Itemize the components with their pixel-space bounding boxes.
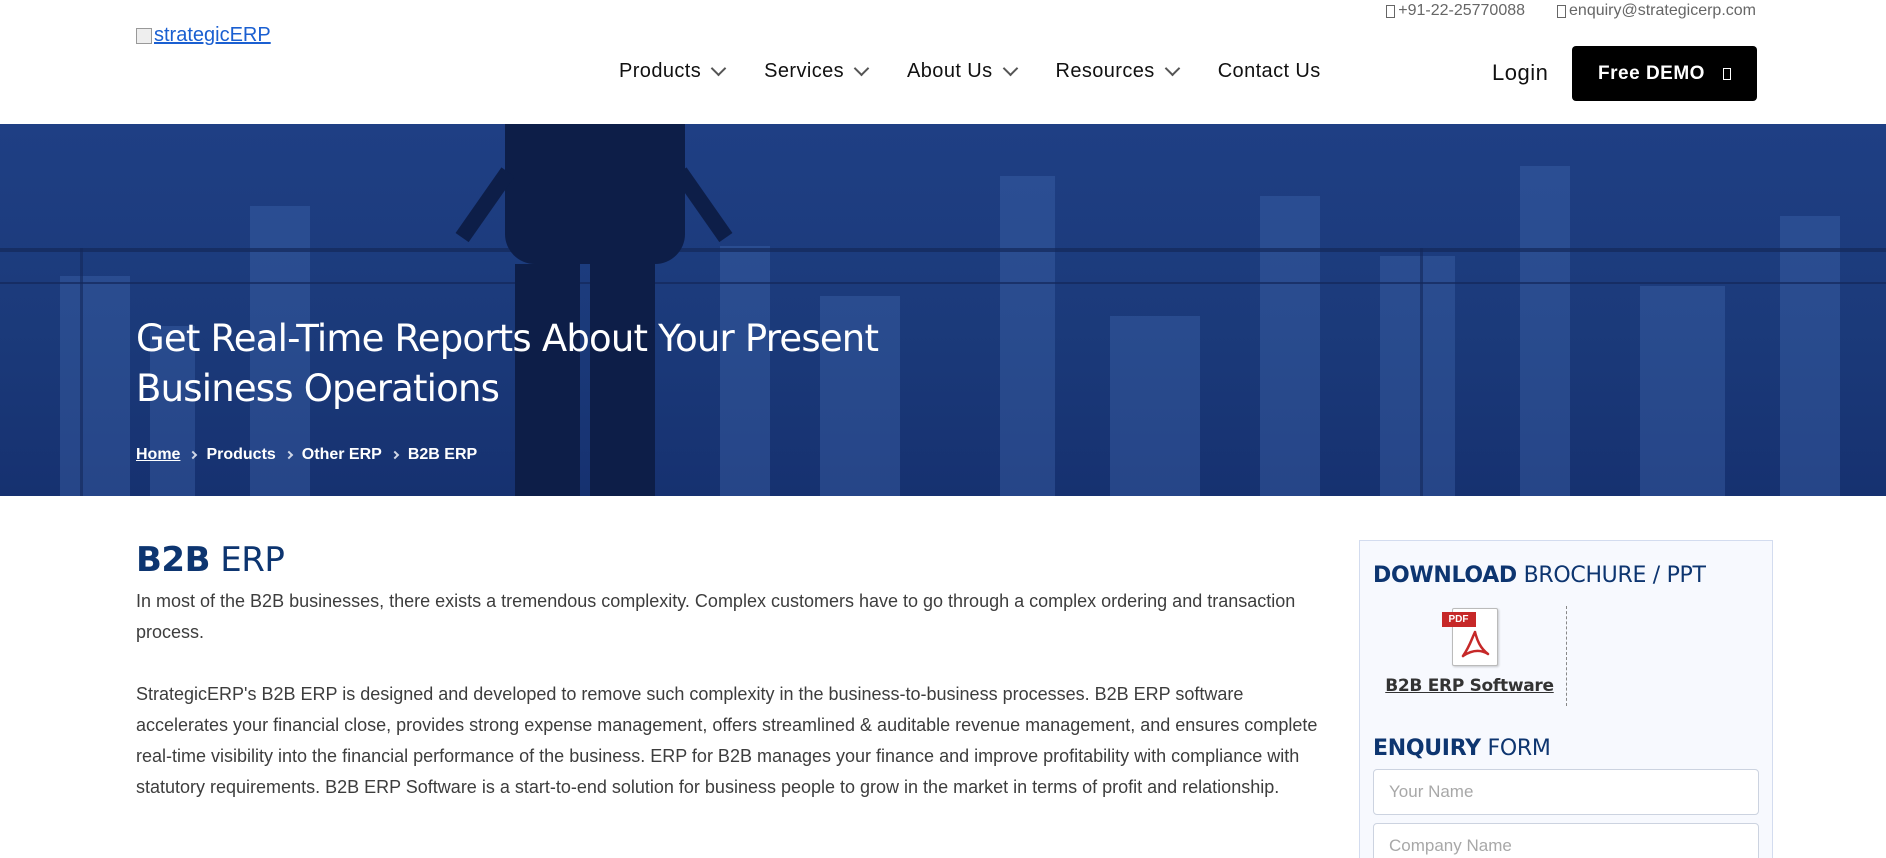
nav-label: About Us xyxy=(907,60,993,82)
name-input[interactable] xyxy=(1373,769,1759,815)
nav-label: Services xyxy=(764,60,845,82)
railing xyxy=(0,248,1886,252)
nav-services[interactable]: Services xyxy=(764,60,870,83)
railing xyxy=(0,282,1886,284)
main-content: B2B ERP In most of the B2B businesses, t… xyxy=(136,540,1336,803)
chevron-down-icon xyxy=(853,60,870,77)
breadcrumb-home[interactable]: Home xyxy=(136,446,180,464)
breadcrumb-other-erp[interactable]: Other ERP xyxy=(302,446,382,464)
page-title-rest: ERP xyxy=(210,540,285,580)
pdf-tag: PDF xyxy=(1441,612,1476,627)
demo-label: Free DEMO xyxy=(1598,62,1705,84)
free-demo-button[interactable]: Free DEMO xyxy=(1572,46,1757,101)
skyline-building xyxy=(1380,256,1455,496)
broken-image-icon xyxy=(136,27,152,44)
nav-contact-us[interactable]: Contact Us xyxy=(1218,60,1321,83)
chevron-down-icon xyxy=(1164,60,1180,77)
description-paragraph: StrategicERP's B2B ERP is designed and d… xyxy=(136,684,1318,797)
acrobat-symbol xyxy=(1461,630,1489,658)
login-link[interactable]: Login xyxy=(1492,60,1548,86)
breadcrumb: Home Products Other ERP B2B ERP xyxy=(136,446,477,464)
nav-label: Contact Us xyxy=(1217,60,1321,82)
skyline-building xyxy=(1000,176,1055,496)
phone-number: +91-22-25770088 xyxy=(1398,2,1526,19)
breadcrumb-products[interactable]: Products xyxy=(206,446,275,464)
chevron-right-icon xyxy=(390,450,400,460)
skyline-building xyxy=(1110,316,1200,496)
site-logo[interactable]: strategicERP xyxy=(136,24,271,47)
chevron-right-icon xyxy=(189,450,198,460)
download-heading-rest: BROCHURE / PPT xyxy=(1516,563,1706,588)
railing-post xyxy=(80,248,83,496)
page-title: B2B ERP xyxy=(136,540,1336,580)
mail-icon xyxy=(1557,4,1567,18)
phone-icon xyxy=(1386,4,1396,18)
enquiry-heading-rest: FORM xyxy=(1480,736,1551,761)
hero-title: Get Real-Time Reports About Your Present… xyxy=(136,317,879,410)
nav-resources[interactable]: Resources xyxy=(1055,60,1180,83)
hero-banner: Get Real-Time Reports About Your Present… xyxy=(0,124,1886,496)
pdf-icon: PDF xyxy=(1441,608,1498,666)
download-heading-bold: DOWNLOAD xyxy=(1373,563,1517,588)
chevron-down-icon xyxy=(1002,60,1018,77)
enquiry-heading-bold: ENQUIRY xyxy=(1373,736,1481,761)
person-silhouette xyxy=(505,124,685,264)
contact-topbar: +91-22-25770088 enquiry@strategicerp.com xyxy=(1386,2,1756,20)
chevron-down-icon xyxy=(710,60,727,77)
site-header: strategicERP +91-22-25770088 enquiry@str… xyxy=(0,0,1886,124)
skyline-building xyxy=(1640,286,1725,496)
download-heading: DOWNLOAD BROCHURE / PPT xyxy=(1373,563,1759,588)
railing-post xyxy=(1420,248,1423,496)
skyline-building xyxy=(1780,216,1840,496)
company-input[interactable] xyxy=(1373,823,1759,858)
email-link[interactable]: enquiry@strategicerp.com xyxy=(1557,2,1756,20)
breadcrumb-current: B2B ERP xyxy=(407,446,478,463)
enquiry-heading: ENQUIRY FORM xyxy=(1373,736,1759,761)
nav-label: Resources xyxy=(1055,60,1155,82)
phone-link[interactable]: +91-22-25770088 xyxy=(1386,2,1525,20)
logo-alt-text: strategicERP xyxy=(154,24,271,46)
main-nav: Products Services About Us Resources Con… xyxy=(619,60,1321,83)
brochure-download[interactable]: PDF B2B ERP Software xyxy=(1373,606,1567,706)
sidebar-panel: DOWNLOAD BROCHURE / PPT PDF B2B ERP Soft… xyxy=(1359,540,1773,858)
nav-about-us[interactable]: About Us xyxy=(907,60,1018,83)
nav-label: Products xyxy=(619,60,702,82)
skyline-building xyxy=(1520,166,1570,496)
intro-paragraph: In most of the B2B businesses, there exi… xyxy=(136,591,1296,642)
demo-icon xyxy=(1722,67,1731,80)
chevron-right-icon xyxy=(284,450,294,460)
brochure-link[interactable]: B2B ERP Software xyxy=(1385,676,1554,696)
page-title-bold: B2B xyxy=(136,540,211,580)
skyline-building xyxy=(60,276,130,496)
nav-products[interactable]: Products xyxy=(619,60,727,83)
email-address: enquiry@strategicerp.com xyxy=(1569,2,1756,19)
skyline-building xyxy=(1260,196,1320,496)
